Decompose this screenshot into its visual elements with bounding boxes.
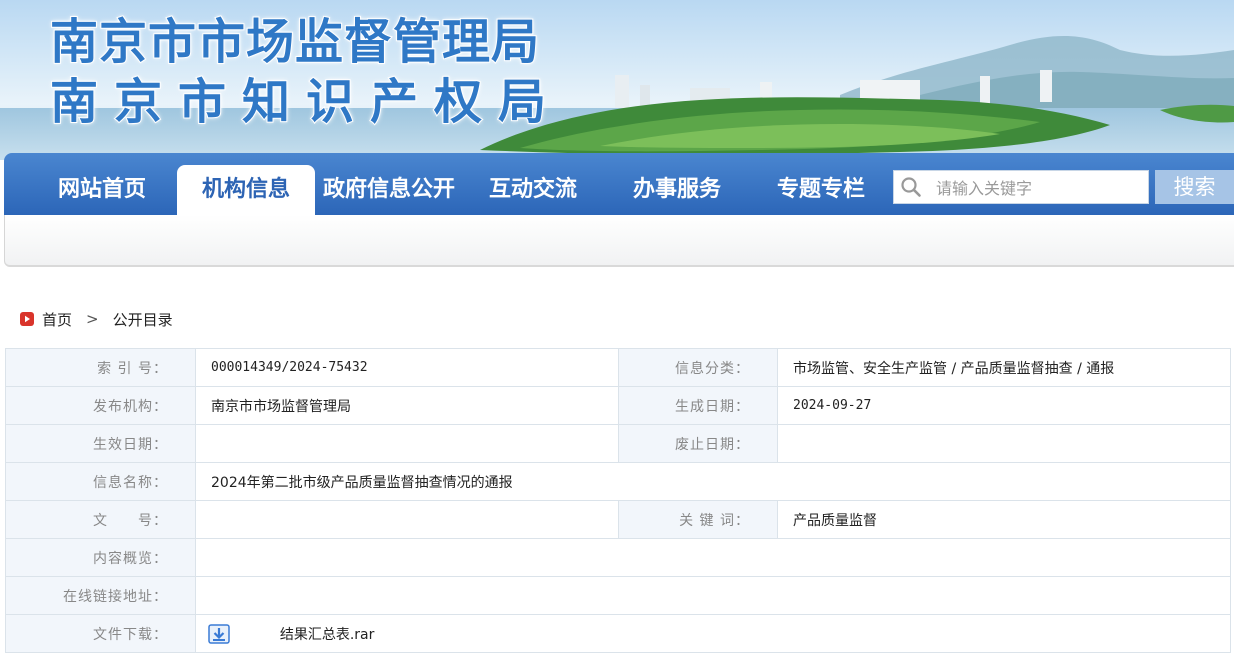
publisher-label: 发布机构： [5,386,196,425]
summary-value [195,538,1231,577]
publisher-value: 南京市市场监督管理局 [195,386,619,425]
search-icon [901,177,921,197]
created-date-label: 生成日期： [618,386,778,425]
table-row: 索 引 号： 000014349/2024-75432 信息分类： 市场监管、安… [5,348,1231,387]
search-box [893,170,1149,204]
doc-number-label: 文 号： [5,500,196,539]
breadcrumb-current[interactable]: 公开目录 [113,309,173,330]
nav-item-gov-info[interactable]: 政府信息公开 [318,165,460,215]
doc-number-value [195,500,619,539]
search-input[interactable] [934,175,1148,201]
index-value: 000014349/2024-75432 [195,348,619,387]
abolish-date-value [777,424,1231,463]
play-icon [20,312,34,326]
sub-navigation-bar [4,215,1234,267]
effective-date-value [195,424,619,463]
keywords-value: 产品质量监督 [777,500,1231,539]
site-title-line2: 南京市知识产权局 [49,73,563,131]
breadcrumb-separator: > [86,310,99,328]
main-navigation: 网站首页 机构信息 政府信息公开 互动交流 办事服务 专题专栏 搜索 [4,153,1234,269]
download-icon[interactable] [208,623,230,644]
nav-item-interaction[interactable]: 互动交流 [474,165,592,215]
online-link-value [195,576,1231,615]
header-banner: 南京市市场监督管理局 南京市知识产权局 [0,0,1234,160]
table-row: 在线链接地址： [5,576,1231,615]
nav-item-organization[interactable]: 机构信息 [177,165,315,215]
table-row: 信息名称： 2024年第二批市级产品质量监督抽查情况的通报 [5,462,1231,501]
table-row: 发布机构： 南京市市场监督管理局 生成日期： 2024-09-27 [5,386,1231,425]
nav-bar: 网站首页 机构信息 政府信息公开 互动交流 办事服务 专题专栏 搜索 [4,153,1234,215]
created-date-value: 2024-09-27 [777,386,1231,425]
download-file-link[interactable]: 结果汇总表.rar [280,624,375,644]
table-row: 内容概览： [5,538,1231,577]
download-label: 文件下载： [5,614,196,653]
info-metadata-table: 索 引 号： 000014349/2024-75432 信息分类： 市场监管、安… [5,348,1231,653]
keywords-label: 关 键 词： [618,500,778,539]
online-link-label: 在线链接地址： [5,576,196,615]
nav-item-services[interactable]: 办事服务 [618,165,736,215]
category-label: 信息分类： [618,348,778,387]
breadcrumb-home-link[interactable]: 首页 [42,309,72,330]
nav-item-home[interactable]: 网站首页 [44,165,160,215]
nav-item-topics[interactable]: 专题专栏 [762,165,880,215]
index-label: 索 引 号： [5,348,196,387]
table-row: 文 号： 关 键 词： 产品质量监督 [5,500,1231,539]
table-row: 文件下载： 结果汇总表.rar [5,614,1231,653]
summary-label: 内容概览： [5,538,196,577]
search-button[interactable]: 搜索 [1155,170,1234,204]
breadcrumb: 首页 > 公开目录 [20,308,173,330]
effective-date-label: 生效日期： [5,424,196,463]
category-value: 市场监管、安全生产监管 / 产品质量监督抽查 / 通报 [777,348,1231,387]
info-name-value: 2024年第二批市级产品质量监督抽查情况的通报 [195,462,1231,501]
table-row: 生效日期： 废止日期： [5,424,1231,463]
info-name-label: 信息名称： [5,462,196,501]
download-cell: 结果汇总表.rar [195,614,1231,653]
abolish-date-label: 废止日期： [618,424,778,463]
